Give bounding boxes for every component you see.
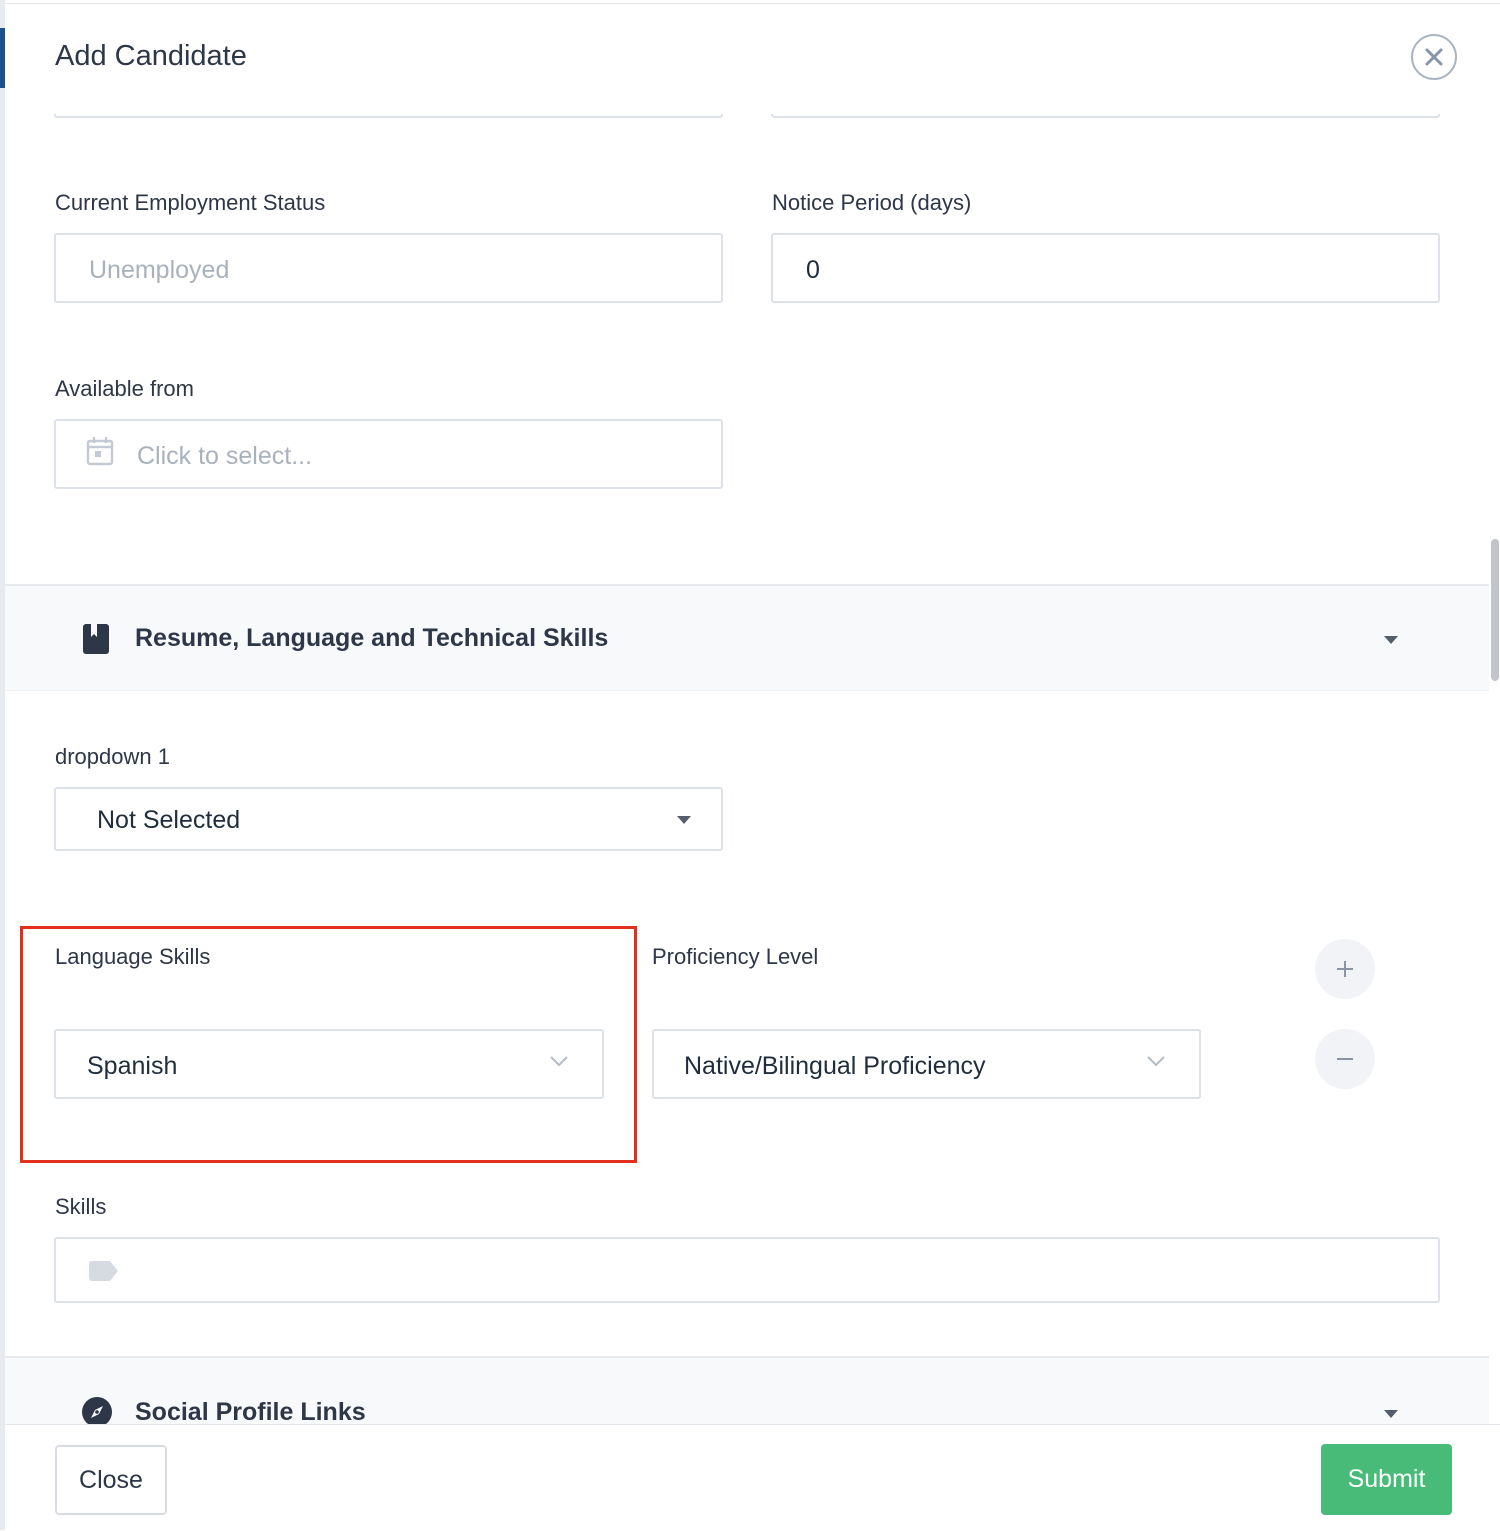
employment-status-input[interactable]: Unemployed	[54, 233, 723, 303]
plus-icon	[1337, 961, 1353, 977]
modal-title: Add Candidate	[55, 40, 247, 72]
dropdown1-select[interactable]: Not Selected	[54, 787, 723, 851]
language-skills-select[interactable]: Spanish	[54, 1029, 604, 1099]
modal-close-button[interactable]	[1411, 34, 1457, 80]
scrollbar-track[interactable]	[1489, 114, 1500, 1424]
tag-icon	[89, 1261, 118, 1281]
notice-period-label: Notice Period (days)	[772, 190, 972, 215]
social-section-title: Social Profile Links	[135, 1398, 366, 1426]
book-icon	[83, 624, 109, 654]
dropdown1-label: dropdown 1	[55, 744, 170, 769]
remove-language-button[interactable]	[1315, 1029, 1375, 1089]
skills-section-title: Resume, Language and Technical Skills	[135, 624, 609, 652]
scrollbar-thumb[interactable]	[1491, 539, 1499, 681]
skills-section-header[interactable]: Resume, Language and Technical Skills	[5, 584, 1489, 691]
add-candidate-modal: Add Candidate Current Employment Status …	[5, 3, 1500, 1531]
minus-icon	[1337, 1058, 1353, 1060]
modal-header: Add Candidate	[5, 4, 1500, 114]
notice-period-input[interactable]: 0	[771, 233, 1440, 303]
modal-footer: Close Submit	[5, 1424, 1500, 1531]
dropdown1-value: Not Selected	[97, 806, 241, 834]
notice-period-value: 0	[806, 256, 820, 284]
add-language-button[interactable]	[1315, 939, 1375, 999]
available-from-datepicker[interactable]: Click to select...	[54, 419, 723, 489]
close-button[interactable]: Close	[55, 1445, 167, 1515]
language-skills-value: Spanish	[87, 1052, 178, 1080]
proficiency-level-select[interactable]: Native/Bilingual Proficiency	[652, 1029, 1201, 1099]
available-from-placeholder: Click to select...	[137, 442, 313, 470]
caret-down-icon	[677, 816, 691, 824]
calendar-icon	[86, 437, 114, 466]
chevron-down-icon	[1384, 636, 1398, 644]
skills-tag-input[interactable]	[54, 1237, 1440, 1303]
chevron-down-icon	[1384, 1410, 1398, 1418]
proficiency-level-label: Proficiency Level	[652, 944, 819, 969]
chevron-down-icon	[1147, 1056, 1165, 1067]
employment-status-placeholder: Unemployed	[89, 256, 230, 284]
chevron-down-icon	[550, 1056, 568, 1067]
skills-label: Skills	[55, 1194, 107, 1219]
available-from-label: Available from	[55, 376, 194, 401]
close-icon	[1425, 48, 1443, 66]
employment-status-label: Current Employment Status	[55, 190, 326, 215]
submit-button[interactable]: Submit	[1321, 1444, 1452, 1515]
proficiency-level-value: Native/Bilingual Proficiency	[684, 1052, 986, 1080]
language-skills-label: Language Skills	[55, 944, 211, 969]
